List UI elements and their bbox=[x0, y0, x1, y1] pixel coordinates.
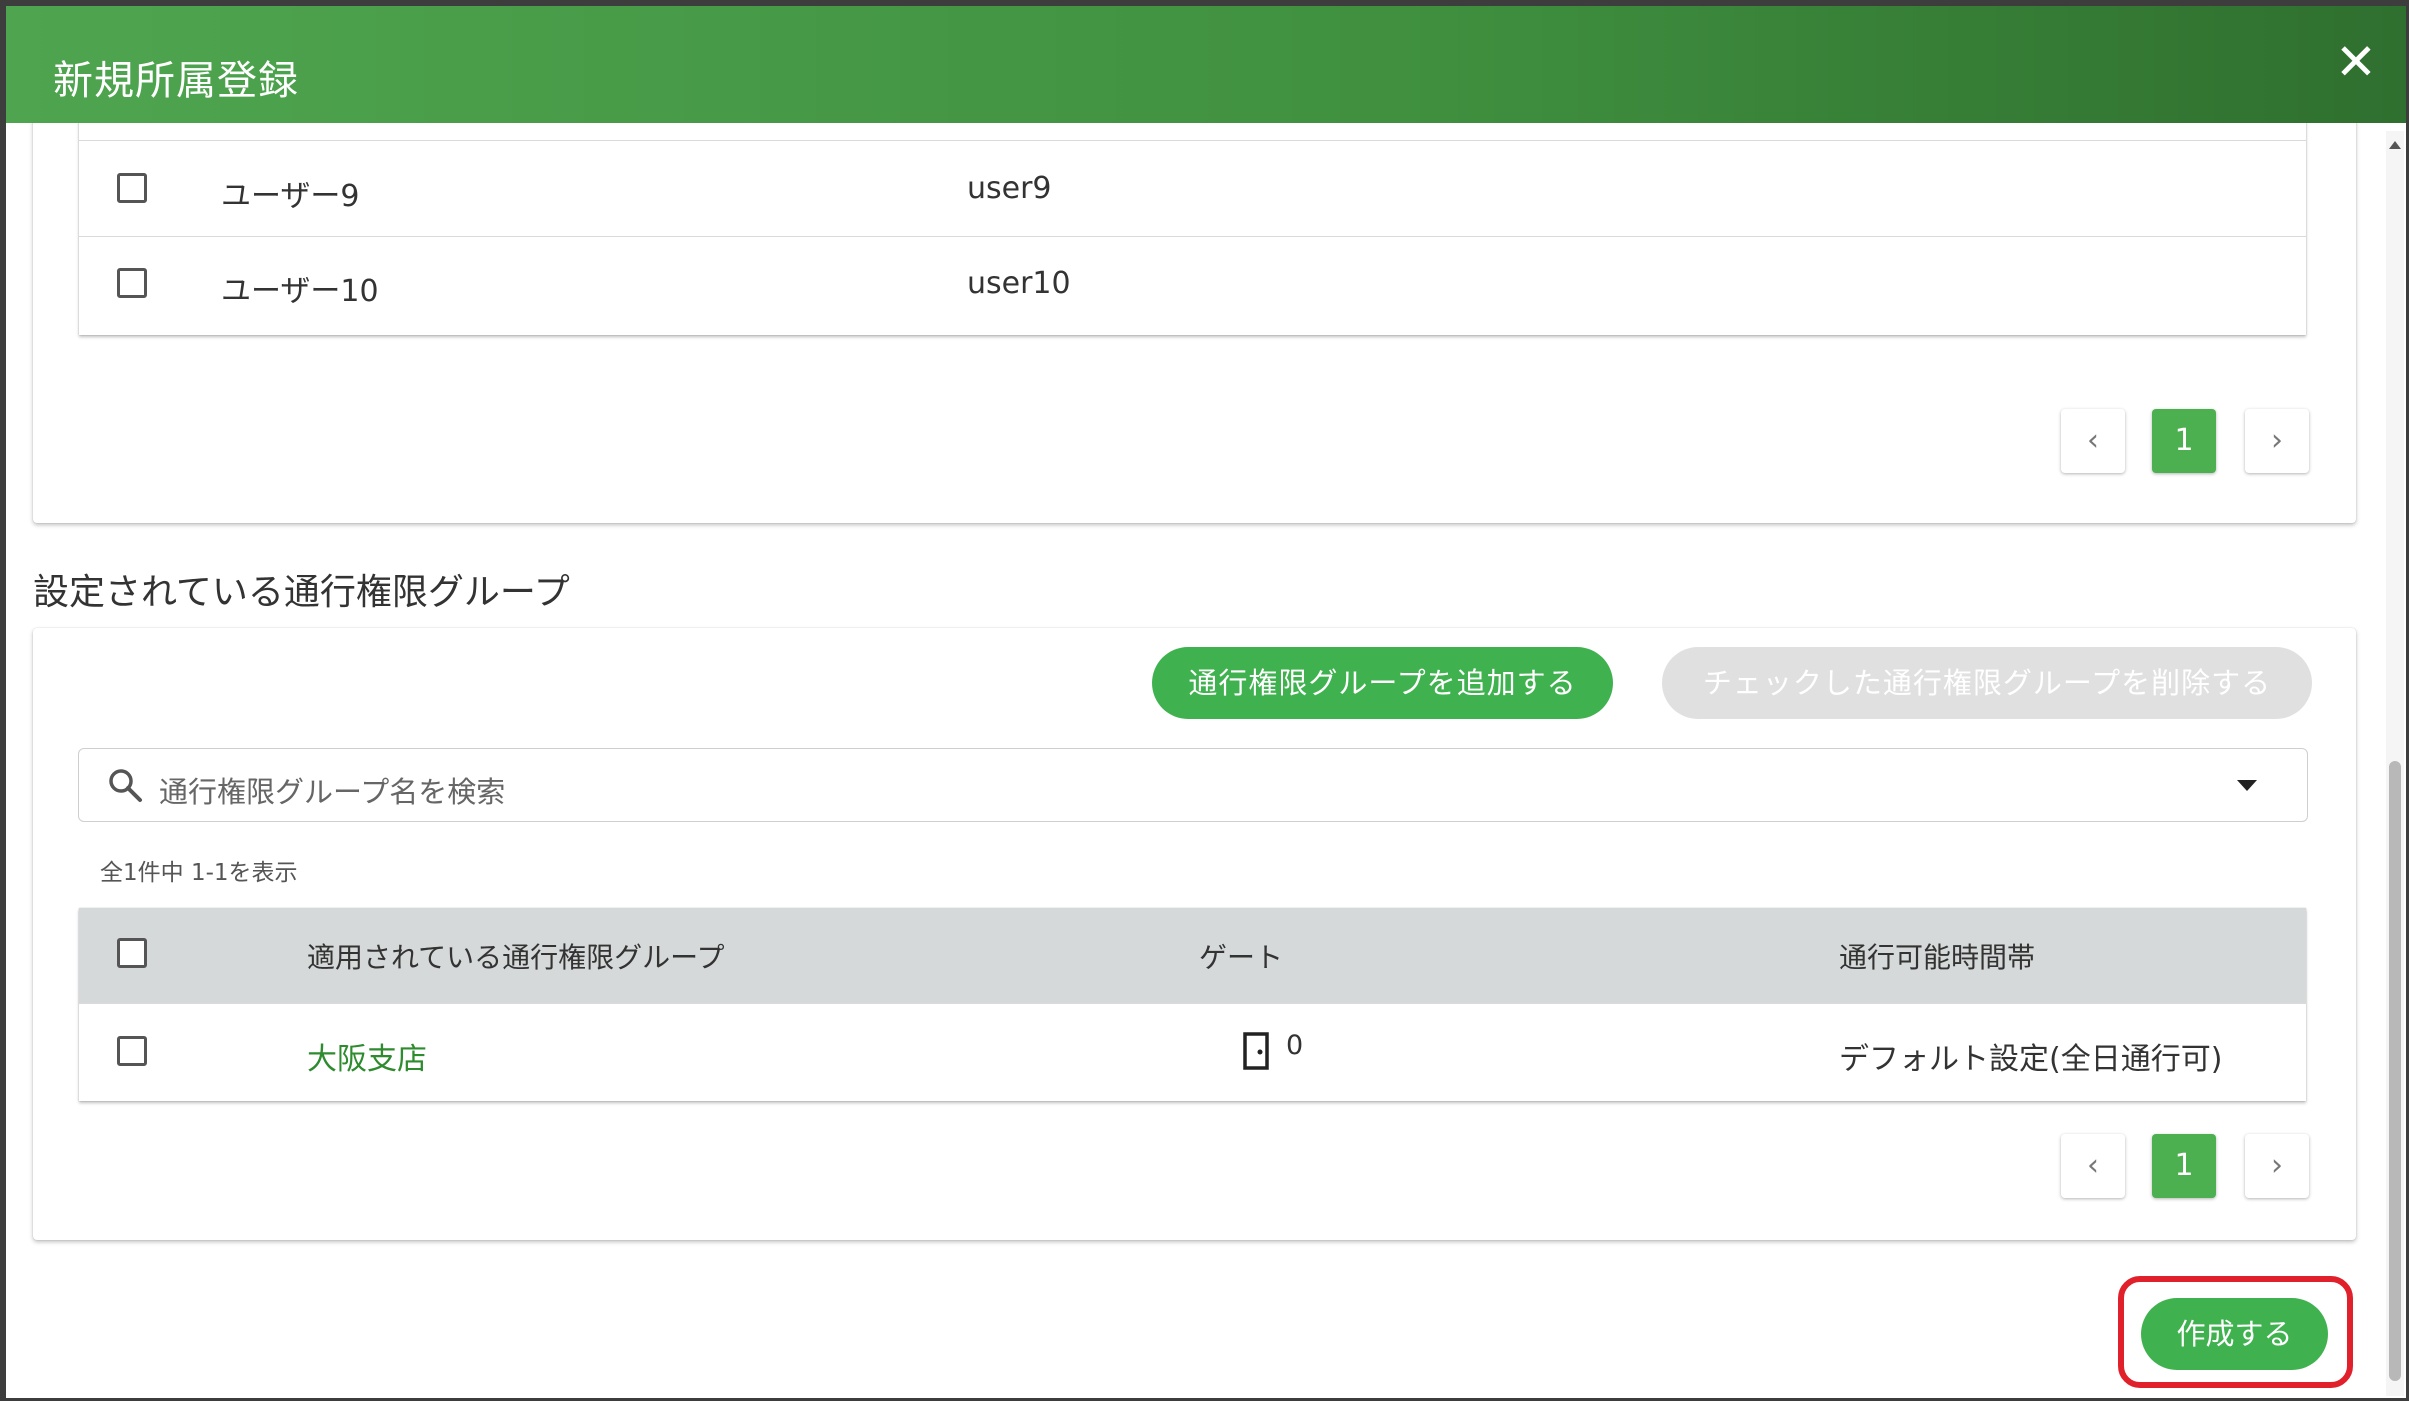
search-icon bbox=[106, 766, 144, 808]
row-checkbox[interactable] bbox=[117, 173, 147, 203]
column-header: 適用されている通行権限グループ bbox=[307, 941, 725, 974]
next-page-button[interactable]: › bbox=[2245, 409, 2309, 473]
row-checkbox[interactable] bbox=[117, 1036, 147, 1066]
table-row: 大阪支店 0 デフォルト設定(全日通行可) bbox=[79, 1004, 2306, 1100]
search-placeholder: 通行権限グループ名を検索 bbox=[159, 775, 506, 809]
user-id: user9 bbox=[967, 171, 1052, 206]
gate-count: 0 bbox=[1286, 1030, 1304, 1061]
dialog-header: 新規所属登録 ✕ bbox=[6, 6, 2406, 123]
table-header-row: 適用されている通行権限グループ ゲート 通行可能時間帯 bbox=[79, 908, 2306, 1004]
user-name: ユーザー9 bbox=[221, 179, 360, 214]
add-group-button[interactable]: 通行権限グループを追加する bbox=[1152, 647, 1613, 719]
time-slot: デフォルト設定(全日通行可) bbox=[1839, 1042, 2223, 1077]
users-table: ユーザー9 user9 ユーザー10 user10 bbox=[79, 123, 2306, 335]
door-icon bbox=[1243, 1032, 1269, 1074]
users-card: ユーザー9 user9 ユーザー10 user10 ‹ 1 › bbox=[33, 123, 2356, 523]
table-row: ユーザー9 user9 bbox=[79, 140, 2306, 237]
user-id: user10 bbox=[967, 266, 1071, 301]
highlight-box bbox=[2118, 1276, 2353, 1388]
row-checkbox[interactable] bbox=[117, 268, 147, 298]
prev-page-button[interactable]: ‹ bbox=[2061, 1134, 2125, 1198]
select-all-checkbox[interactable] bbox=[117, 938, 147, 968]
column-header: 通行可能時間帯 bbox=[1839, 941, 2036, 974]
chevron-down-icon[interactable] bbox=[2237, 780, 2257, 791]
result-count: 全1件中 1-1を表示 bbox=[100, 860, 298, 886]
close-icon[interactable]: ✕ bbox=[2330, 36, 2382, 88]
groups-table: 適用されている通行権限グループ ゲート 通行可能時間帯 大阪支店 0 デフォルト… bbox=[79, 908, 2306, 1101]
page-1-button[interactable]: 1 bbox=[2152, 1134, 2216, 1198]
column-header: ゲート bbox=[1199, 941, 1284, 974]
prev-page-button[interactable]: ‹ bbox=[2061, 409, 2125, 473]
next-page-button[interactable]: › bbox=[2245, 1134, 2309, 1198]
groups-section-title: 設定されている通行権限グループ bbox=[33, 572, 570, 613]
dialog-title: 新規所属登録 bbox=[53, 58, 299, 104]
user-name: ユーザー10 bbox=[221, 274, 379, 309]
table-row: ユーザー10 user10 bbox=[79, 236, 2306, 332]
dialog-body[interactable]: ユーザー9 user9 ユーザー10 user10 ‹ 1 › 設定されている通… bbox=[6, 123, 2406, 1398]
new-affiliation-dialog: 新規所属登録 ✕ ユーザー9 user9 ユーザー10 user10 ‹ 1 › bbox=[6, 6, 2406, 1398]
vertical-scrollbar[interactable] bbox=[2386, 131, 2404, 1396]
group-link[interactable]: 大阪支店 bbox=[307, 1034, 427, 1078]
scrollbar-thumb[interactable] bbox=[2389, 761, 2401, 1381]
group-search-input[interactable]: 通行権限グループ名を検索 bbox=[78, 748, 2308, 822]
delete-checked-groups-button[interactable]: チェックした通行権限グループを削除する bbox=[1662, 647, 2312, 719]
page-1-button[interactable]: 1 bbox=[2152, 409, 2216, 473]
scroll-up-icon[interactable] bbox=[2389, 141, 2401, 149]
